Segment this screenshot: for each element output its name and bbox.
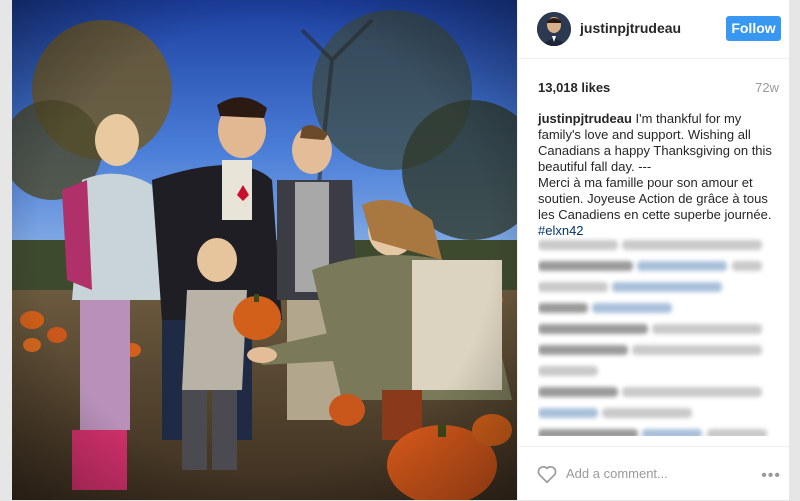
list-item	[538, 320, 778, 334]
more-options-icon[interactable]: •••	[761, 467, 781, 485]
list-item	[538, 278, 778, 292]
avatar[interactable]	[537, 12, 571, 46]
blurred-comments-list	[538, 236, 778, 436]
list-item	[538, 236, 778, 250]
follow-button[interactable]: Follow	[726, 16, 781, 41]
caption-username[interactable]: justinpjtrudeau	[538, 111, 632, 126]
avatar-image	[537, 12, 571, 46]
instagram-post-view: justinpjtrudeau Follow 13,018 likes 72w …	[0, 0, 800, 500]
family-pumpkin-patch-image	[12, 0, 517, 500]
post-header: justinpjtrudeau Follow	[518, 0, 789, 59]
caption-french: Merci à ma famille pour son amour et sou…	[538, 175, 772, 222]
post-age[interactable]: 72w	[755, 80, 779, 95]
list-item	[538, 404, 778, 418]
post-sidebar: justinpjtrudeau Follow 13,018 likes 72w …	[517, 0, 789, 500]
post-caption: justinpjtrudeau I'm thankful for my fami…	[538, 111, 778, 239]
comment-footer: Add a comment... •••	[518, 446, 789, 501]
heart-outline-icon[interactable]	[536, 463, 558, 485]
add-comment-input[interactable]: Add a comment...	[566, 466, 668, 481]
list-item	[538, 425, 778, 436]
post-photo[interactable]	[12, 0, 517, 500]
likes-count[interactable]: 13,018 likes	[538, 80, 610, 95]
username-link[interactable]: justinpjtrudeau	[580, 20, 681, 36]
list-item	[538, 362, 778, 376]
list-item	[538, 257, 778, 271]
list-item	[538, 341, 778, 355]
list-item	[538, 299, 778, 313]
list-item	[538, 383, 778, 397]
